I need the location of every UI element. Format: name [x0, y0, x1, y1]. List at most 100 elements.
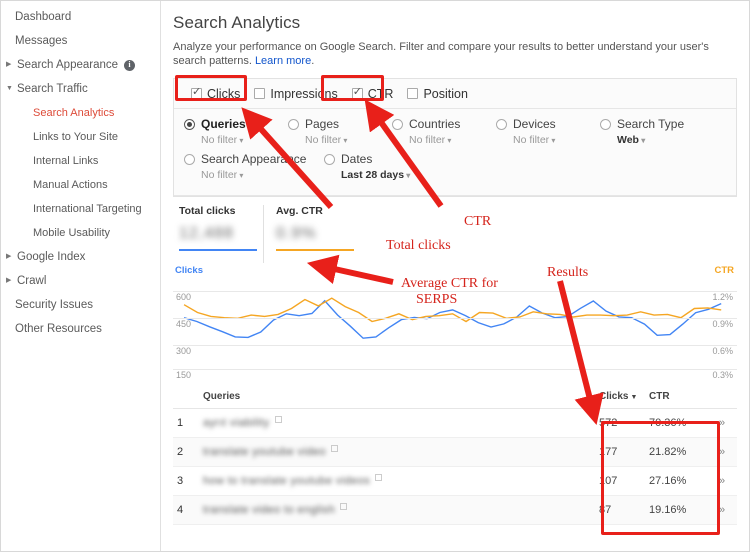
metric-checkbox-ctr[interactable]: CTR — [345, 84, 401, 104]
metric-checkbox-position[interactable]: Position — [400, 84, 474, 104]
row-ctr: 27.16% — [643, 467, 715, 496]
chevron-down-icon[interactable]: ▾ — [237, 171, 243, 180]
learn-more-link[interactable]: Learn more — [255, 55, 311, 67]
row-expand-icon[interactable]: » — [715, 438, 737, 467]
chevron-right-icon[interactable]: ▶ — [6, 57, 15, 73]
filter-value-dropdown-devices[interactable]: No filter ▾ — [513, 134, 600, 146]
row-clicks: 107 — [589, 467, 643, 496]
filter-value-dropdown-queries[interactable]: No filter ▾ — [201, 134, 288, 146]
sidebar-item-security-issues[interactable]: Security Issues — [1, 293, 160, 317]
chevron-down-icon[interactable]: ▾ — [445, 136, 451, 145]
metric-checkbox-impressions[interactable]: Impressions — [247, 84, 344, 104]
external-link-icon[interactable] — [331, 445, 338, 452]
sidebar-item-search-appearance[interactable]: ▶Search Appearance i — [1, 53, 160, 77]
filter-value: No filter — [305, 134, 341, 146]
sidebar-item-dashboard[interactable]: Dashboard — [1, 5, 160, 29]
checkbox-icon[interactable] — [254, 88, 265, 99]
filter-value-dropdown-dates[interactable]: Last 28 days ▾ — [341, 169, 428, 181]
filter-group-search-appearance: Search Appearance No filter ▾ — [184, 152, 324, 181]
checkbox-icon[interactable] — [407, 88, 418, 99]
table-row[interactable]: 1ayrıt viability57270.36%» — [173, 409, 737, 438]
sidebar-item-international-targeting[interactable]: International Targeting — [1, 197, 160, 221]
chevron-right-icon[interactable]: ▶ — [6, 249, 15, 265]
chevron-down-icon[interactable]: ▾ — [341, 136, 347, 145]
sidebar-item-links-to-your-site[interactable]: Links to Your Site — [1, 125, 160, 149]
filter-radio-search-type[interactable]: Search Type — [600, 117, 704, 131]
table-row[interactable]: 2translate youtube video17721.82%» — [173, 438, 737, 467]
filter-radio-queries[interactable]: Queries — [184, 117, 288, 131]
total-card-label: Avg. CTR — [276, 205, 337, 217]
radio-icon[interactable] — [288, 119, 299, 130]
row-query-text: how to translate youtube videos — [203, 475, 370, 487]
sidebar-item-messages[interactable]: Messages — [1, 29, 160, 53]
sidebar-item-manual-actions[interactable]: Manual Actions — [1, 173, 160, 197]
header-ctr[interactable]: CTR — [643, 385, 715, 409]
sidebar-item-label: International Targeting — [33, 201, 142, 217]
row-expand-icon[interactable]: » — [715, 467, 737, 496]
chevron-right-icon[interactable]: ▶ — [6, 273, 15, 289]
sidebar-item-mobile-usability[interactable]: Mobile Usability — [1, 221, 160, 245]
filter-label: Queries — [201, 117, 246, 131]
sidebar-item-crawl[interactable]: ▶Crawl — [1, 269, 160, 293]
sidebar-item-other-resources[interactable]: Other Resources — [1, 317, 160, 341]
sidebar-item-internal-links[interactable]: Internal Links — [1, 149, 160, 173]
radio-icon[interactable] — [600, 119, 611, 130]
external-link-icon[interactable] — [340, 503, 347, 510]
row-index: 2 — [173, 438, 199, 467]
table-row[interactable]: 4translate video to english8719.16%» — [173, 496, 737, 525]
filter-value-dropdown-search-type[interactable]: Web ▾ — [617, 134, 704, 146]
sidebar-item-search-traffic[interactable]: ▼Search Traffic — [1, 77, 160, 101]
external-link-icon[interactable] — [375, 474, 382, 481]
filter-radio-pages[interactable]: Pages — [288, 117, 392, 131]
filter-label: Pages — [305, 117, 339, 131]
info-icon[interactable]: i — [124, 60, 135, 71]
filter-radio-search-appearance[interactable]: Search Appearance — [184, 152, 324, 166]
sidebar-item-google-index[interactable]: ▶Google Index — [1, 245, 160, 269]
sidebar-item-label: Search Appearance — [17, 57, 118, 73]
chevron-down-icon[interactable]: ▾ — [404, 171, 410, 180]
filter-radio-devices[interactable]: Devices — [496, 117, 600, 131]
filter-value: No filter — [201, 134, 237, 146]
sidebar-item-label: Crawl — [17, 273, 46, 289]
checkbox-icon[interactable] — [191, 88, 202, 99]
radio-icon[interactable] — [184, 154, 195, 165]
page-title: Search Analytics — [173, 13, 737, 33]
filter-radio-countries[interactable]: Countries — [392, 117, 496, 131]
filter-value: Last 28 days — [341, 169, 404, 181]
chevron-down-icon[interactable]: ▾ — [237, 136, 243, 145]
filter-value-dropdown-countries[interactable]: No filter ▾ — [409, 134, 496, 146]
filter-value-dropdown-search-appearance[interactable]: No filter ▾ — [201, 169, 324, 181]
row-expand-icon[interactable]: » — [715, 409, 737, 438]
radio-icon[interactable] — [324, 154, 335, 165]
row-expand-icon[interactable]: » — [715, 496, 737, 525]
radio-icon[interactable] — [184, 119, 195, 130]
sidebar-item-search-analytics[interactable]: Search Analytics — [1, 101, 160, 125]
row-index: 4 — [173, 496, 199, 525]
filter-radio-dates[interactable]: Dates — [324, 152, 428, 166]
header-clicks-label: Clicks — [599, 391, 628, 402]
chart-right-tick: 0.6% — [712, 346, 733, 356]
filter-label: Search Type — [617, 117, 684, 131]
filter-value: Web — [617, 134, 639, 146]
results-table-head: Queries Clicks▼ CTR — [173, 385, 737, 409]
chevron-down-icon[interactable]: ▼ — [6, 81, 15, 97]
radio-icon[interactable] — [392, 119, 403, 130]
total-card-label: Total clicks — [179, 205, 251, 217]
row-query-cell[interactable]: how to translate youtube videos — [199, 467, 589, 496]
header-queries[interactable]: Queries — [199, 385, 589, 409]
filter-value-dropdown-pages[interactable]: No filter ▾ — [305, 134, 392, 146]
checkbox-icon[interactable] — [352, 88, 363, 99]
row-query-cell[interactable]: translate youtube video — [199, 438, 589, 467]
external-link-icon[interactable] — [275, 416, 282, 423]
chevron-down-icon[interactable]: ▾ — [549, 136, 555, 145]
row-query-cell[interactable]: translate video to english — [199, 496, 589, 525]
metric-checkbox-clicks[interactable]: Clicks — [184, 84, 247, 104]
radio-icon[interactable] — [496, 119, 507, 130]
sidebar-item-label: Search Traffic — [17, 81, 88, 97]
annotation-avg-ctr-label: Average CTR for — [401, 276, 498, 292]
filter-group-queries: Queries No filter ▾ — [184, 117, 288, 146]
header-clicks[interactable]: Clicks▼ — [589, 385, 643, 409]
row-query-cell[interactable]: ayrıt viability — [199, 409, 589, 438]
chevron-down-icon[interactable]: ▾ — [639, 136, 645, 145]
table-row[interactable]: 3how to translate youtube videos10727.16… — [173, 467, 737, 496]
